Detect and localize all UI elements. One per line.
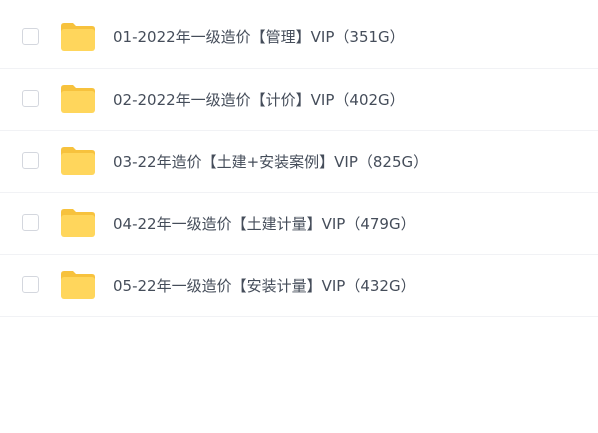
list-item[interactable]: 04-22年一级造价【土建计量】VIP（479G） xyxy=(0,193,598,255)
row-checkbox[interactable] xyxy=(22,152,39,169)
list-item[interactable]: 02-2022年一级造价【计价】VIP（402G） xyxy=(0,69,598,131)
list-item[interactable]: 03-22年造价【土建+安装案例】VIP（825G） xyxy=(0,131,598,193)
list-item[interactable]: 05-22年一级造价【安装计量】VIP（432G） xyxy=(0,255,598,317)
folder-icon xyxy=(61,23,95,51)
file-list: 01-2022年一级造价【管理】VIP（351G） 02-2022年一级造价【计… xyxy=(0,0,598,317)
file-name[interactable]: 03-22年造价【土建+安装案例】VIP（825G） xyxy=(113,152,428,172)
row-checkbox[interactable] xyxy=(22,28,39,45)
list-item[interactable]: 01-2022年一级造价【管理】VIP（351G） xyxy=(0,0,598,69)
file-name[interactable]: 05-22年一级造价【安装计量】VIP（432G） xyxy=(113,276,416,296)
folder-icon xyxy=(61,147,95,175)
folder-icon xyxy=(61,271,95,299)
file-name[interactable]: 02-2022年一级造价【计价】VIP（402G） xyxy=(113,90,405,110)
file-name[interactable]: 04-22年一级造价【土建计量】VIP（479G） xyxy=(113,214,416,234)
row-checkbox[interactable] xyxy=(22,90,39,107)
file-name[interactable]: 01-2022年一级造价【管理】VIP（351G） xyxy=(113,27,405,47)
folder-icon xyxy=(61,209,95,237)
folder-icon xyxy=(61,85,95,113)
row-checkbox[interactable] xyxy=(22,276,39,293)
row-checkbox[interactable] xyxy=(22,214,39,231)
